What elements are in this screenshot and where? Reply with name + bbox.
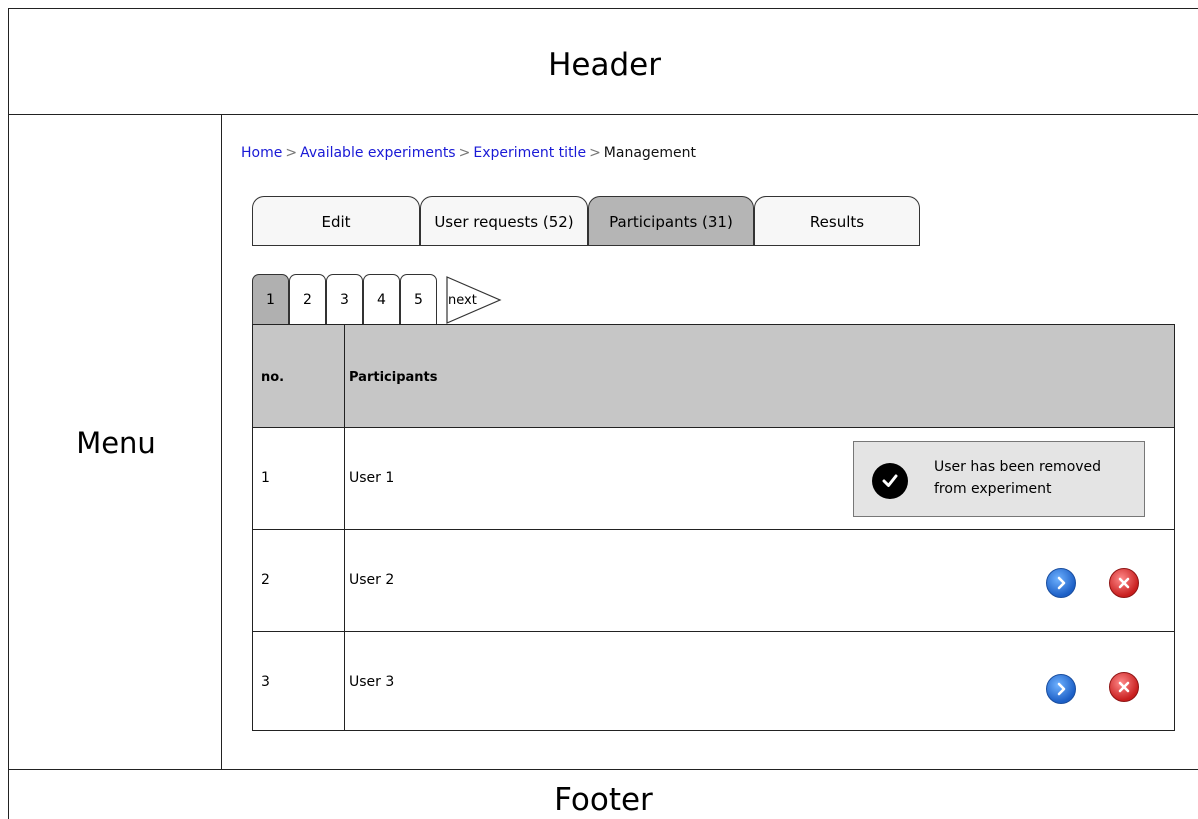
check-circle-icon: [872, 463, 908, 499]
remove-x-icon: [1118, 577, 1130, 589]
page-4-button[interactable]: 4: [363, 274, 400, 324]
tab-edit[interactable]: Edit: [252, 196, 420, 246]
open-participant-button[interactable]: [1046, 568, 1076, 598]
table-row: 3 User 3: [253, 632, 1174, 734]
row-number: 1: [261, 470, 270, 486]
tab-results[interactable]: Results: [754, 196, 920, 246]
breadcrumb-experiment-title[interactable]: Experiment title: [473, 145, 586, 161]
remove-participant-button[interactable]: [1109, 672, 1139, 702]
removed-notification: User has been removed from experiment: [853, 441, 1145, 517]
remove-x-icon: [1118, 681, 1130, 693]
header-participants: Participants: [349, 370, 438, 385]
breadcrumb-home[interactable]: Home: [241, 145, 282, 161]
participant-name: User 1: [349, 470, 395, 486]
page-1-button[interactable]: 1: [252, 274, 289, 324]
participant-name: User 2: [349, 572, 395, 588]
participants-table: no. Participants 1 User 1 User has been …: [252, 324, 1175, 731]
open-participant-button[interactable]: [1046, 674, 1076, 704]
table-row: 1 User 1 User has been removed from expe…: [253, 428, 1174, 530]
page-3-button[interactable]: 3: [326, 274, 363, 324]
column-divider: [344, 325, 345, 730]
row-number: 2: [261, 572, 270, 588]
notification-line-1: User has been removed: [934, 459, 1102, 475]
breadcrumb-management: Management: [603, 145, 697, 161]
page-2-button[interactable]: 2: [289, 274, 326, 324]
page-header: Header: [8, 8, 1198, 114]
table-header-row: no. Participants: [253, 325, 1174, 428]
next-label: next: [448, 293, 477, 308]
chevron-right-icon: [1057, 682, 1066, 696]
notification-line-2: from experiment: [934, 481, 1052, 497]
breadcrumb-separator: >: [589, 145, 601, 161]
chevron-right-icon: [1057, 576, 1066, 590]
page-5-button[interactable]: 5: [400, 274, 437, 324]
header-title: Header: [548, 47, 661, 83]
remove-participant-button[interactable]: [1109, 568, 1139, 598]
table-row: 2 User 2: [253, 530, 1174, 632]
breadcrumb: Home > Available experiments > Experiment ti…: [241, 145, 696, 161]
next-page-button[interactable]: next: [446, 276, 502, 324]
row-number: 3: [261, 674, 270, 690]
footer-title: Footer: [554, 782, 653, 818]
breadcrumb-available-experiments[interactable]: Available experiments: [300, 145, 456, 161]
notification-message: User has been removed from experiment: [934, 456, 1139, 500]
page-footer: Footer: [8, 769, 1198, 819]
side-menu: Menu: [8, 114, 222, 770]
tab-user-requests[interactable]: User requests (52): [420, 196, 588, 246]
tab-participants[interactable]: Participants (31): [588, 196, 754, 246]
menu-title: Menu: [76, 426, 156, 460]
breadcrumb-separator: >: [285, 145, 298, 161]
breadcrumb-separator: >: [458, 145, 471, 161]
participant-name: User 3: [349, 674, 395, 690]
tab-bar-baseline: [252, 245, 920, 246]
header-no: no.: [261, 370, 285, 385]
